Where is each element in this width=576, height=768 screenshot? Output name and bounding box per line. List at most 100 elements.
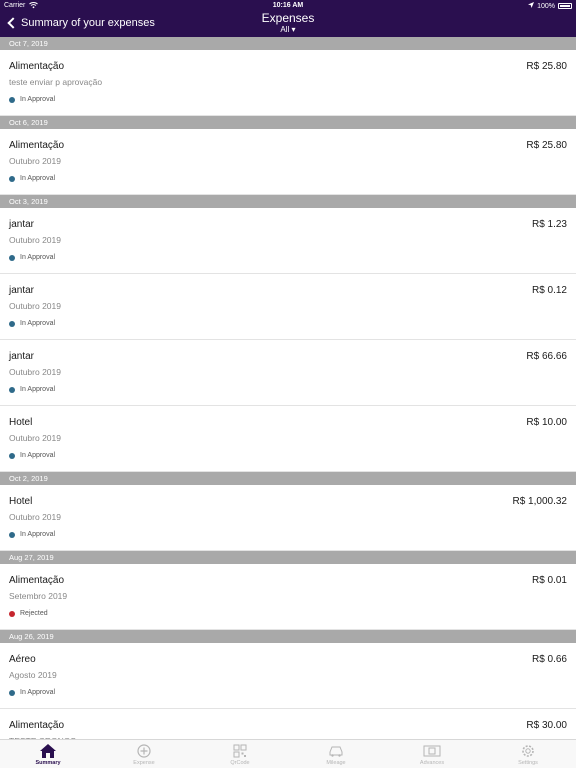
status-dot-icon [9,320,15,327]
expense-row[interactable]: jantar R$ 66.66 Outubro 2019 In Approval [0,340,576,406]
expense-row[interactable]: Hotel R$ 10.00 Outubro 2019 In Approval [0,406,576,472]
expense-description: Outubro 2019 [9,156,61,166]
status-dot-icon [9,531,15,538]
expense-description: Outubro 2019 [9,301,61,311]
expense-list[interactable]: Oct 7, 2019 Alimentação R$ 25.80 teste envi… [0,37,576,739]
status-label: In Approval [20,531,56,538]
expense-name: Aéreo [9,654,36,665]
status-label: In Approval [20,175,56,182]
status-label: In Approval [20,254,56,261]
expense-row[interactable]: AlimentaçãoR$ 30.00TESTE CRONOS [0,709,576,739]
status-right: 100% [528,2,572,10]
expense-name: jantar [9,219,35,230]
expense-name: Alimentação [9,575,65,586]
status-dot-icon [9,610,15,617]
expense-status: In Approval [9,531,55,538]
expense-status: In Approval [9,320,55,327]
expense-amount: R$ 25.80 [526,140,567,151]
nav-header: Carrier 10:16 AM 100% Summary of your ex… [0,0,576,37]
status-dot-icon [9,96,15,103]
section-date-header: Oct 7, 2019 [0,37,576,50]
expense-status: In Approval [9,452,55,459]
tab-mileage[interactable]: Mileage [288,740,384,768]
location-arrow-icon [528,2,535,10]
expense-amount: R$ 25.80 [526,61,567,72]
expense-amount: R$ 1.23 [531,219,567,230]
tab-label: Expense [133,760,155,766]
tab-settings[interactable]: Settings [480,740,576,768]
gear-icon [519,743,537,759]
home-icon [39,743,57,759]
section-date-header: Oct 3, 2019 [0,195,576,208]
tab-summary[interactable]: Summary [0,740,96,768]
expense-amount: R$ 30.00 [526,720,567,731]
section-date-header: Aug 26, 2019 [0,630,576,643]
expense-status: Rejected [9,610,48,617]
expense-name: Alimentação [9,61,65,72]
expense-row[interactable]: Hotel R$ 1,000.32 Outubro 2019 In Approval [0,485,576,551]
tab-qrcode[interactable]: QrCode [192,740,288,768]
expense-name: jantar [9,351,35,362]
tab-bar: Summary Expense QrCode Mileage Advances Setti… [0,739,576,768]
expense-name: Hotel [9,496,33,507]
expense-description: teste enviar p aprovação [9,77,103,87]
expense-status: In Approval [9,386,55,393]
expense-status: In Approval [9,96,55,103]
expense-row[interactable]: Aéreo R$ 0.66 Agosto 2019 In Approval [0,643,576,709]
expense-row[interactable]: jantar R$ 0.12 Outubro 2019 In Approval [0,274,576,340]
expense-status: In Approval [9,175,55,182]
expense-status: In Approval [9,254,55,261]
expense-status: In Approval [9,689,55,696]
battery-percent: 100% [537,2,555,10]
expense-row[interactable]: jantar R$ 1.23 Outubro 2019 In Approval [0,208,576,274]
expense-row[interactable]: Alimentação R$ 25.80 Outubro 2019 In Approv… [0,129,576,195]
section-date-header: Oct 6, 2019 [0,116,576,129]
status-label: In Approval [20,689,56,696]
status-label: In Approval [20,320,56,327]
status-dot-icon [9,175,15,182]
expense-description: Agosto 2019 [9,670,57,680]
expense-description: Outubro 2019 [9,367,61,377]
section-date-header: Oct 2, 2019 [0,472,576,485]
battery-icon [558,3,572,9]
expense-row[interactable]: Alimentação R$ 0.01 Setembro 2019 Rejected [0,564,576,630]
expense-name: jantar [9,285,35,296]
status-dot-icon [9,386,15,393]
expense-amount: R$ 0.12 [531,285,567,296]
status-label: Rejected [20,610,48,617]
filter-dropdown[interactable]: All ▾ [0,25,576,34]
plus-circle-icon [135,743,153,759]
clock-label: 10:16 AM [272,2,304,9]
page-title: Expenses [261,11,315,25]
tab-label: Settings [518,760,538,766]
tab-advances[interactable]: Advances [384,740,480,768]
status-label: In Approval [20,96,56,103]
expense-amount: R$ 0.01 [531,575,567,586]
car-icon [327,743,345,759]
expense-amount: R$ 66.66 [526,351,567,362]
money-icon [423,743,441,759]
tab-label: Summary [35,760,61,766]
expense-name: Alimentação [9,140,65,151]
tab-expense[interactable]: Expense [96,740,192,768]
expense-description: Setembro 2019 [9,591,68,601]
status-dot-icon [9,689,15,696]
expense-amount: R$ 0.66 [531,654,567,665]
status-dot-icon [9,254,15,261]
status-dot-icon [9,452,15,459]
tab-label: Advances [419,760,445,766]
section-date-header: Aug 27, 2019 [0,551,576,564]
expense-amount: R$ 1,000.32 [512,496,568,507]
expense-description: Outubro 2019 [9,433,61,443]
tab-label: QrCode [230,760,250,766]
status-label: In Approval [20,452,56,459]
expense-amount: R$ 10.00 [526,417,567,428]
expense-name: Hotel [9,417,33,428]
qrcode-icon [231,743,249,759]
expense-name: Alimentação [9,720,65,731]
expense-description: Outubro 2019 [9,235,61,245]
tab-label: Mileage [326,760,346,766]
status-label: In Approval [20,386,56,393]
expense-description: Outubro 2019 [9,512,61,522]
expense-row[interactable]: Alimentação R$ 25.80 teste enviar p aprova… [0,50,576,116]
